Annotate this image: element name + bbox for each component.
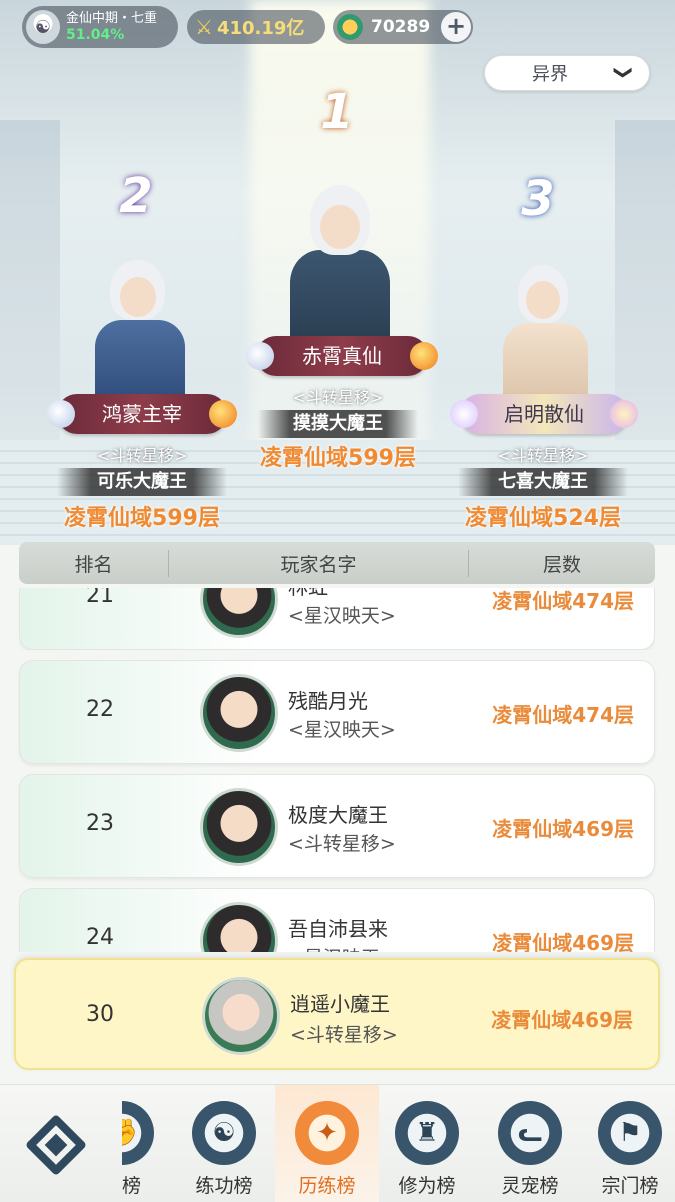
row-player-name: 吾自沛县来 [288,917,388,941]
rank-1-player: 摸摸大魔王 [258,410,418,438]
row-player-name: 极度大魔王 [288,803,388,827]
row-floor: 凌霄仙域474层 [492,703,634,727]
rank-1-character[interactable] [270,160,410,360]
home-menu-button[interactable] [18,1107,94,1183]
rank-3-sect: <斗转星移> [497,446,589,465]
my-rank: 30 [86,1002,114,1027]
tab-cultivation-ranking[interactable]: ♜ 修为榜 [377,1097,477,1197]
header-rank: 排名 [19,549,169,577]
rank-3-title: 启明散仙 [450,394,638,434]
tab-label: 修为榜 [398,1175,456,1197]
tab-label: 力榜 [122,1175,141,1197]
row-sect: <星汉映天> [288,719,396,741]
currency-chip: 70289 + [333,10,473,44]
rank-2-title: 鸿蒙主宰 [47,394,237,434]
row-rank: 22 [86,697,114,722]
tab-sect-ranking[interactable]: ⚑ 宗门榜 [580,1097,675,1197]
rank-1-floor: 凌霄仙域599层 [260,446,416,471]
add-currency-button[interactable]: + [441,12,471,42]
rank-2-character[interactable] [80,245,200,410]
player-avatar: ☯ [26,10,60,44]
row-player-name: 残酷月光 [288,689,368,713]
rank-1-badge: 1 [297,72,377,152]
rank-1-sect: <斗转星移> [292,388,384,407]
table-row[interactable]: 23 极度大魔王 <斗转星移> 凌霄仙域469层 [19,774,655,878]
row-rank: 23 [86,811,114,836]
tab-label: 灵宠榜 [501,1175,559,1197]
tab-experience-ranking[interactable]: ✦ 历练榜 [275,1085,379,1202]
rank-2-sect: <斗转星移> [96,446,188,465]
rank-3-character[interactable] [485,255,605,413]
realm-label: 金仙中期・七重 [66,11,158,26]
tab-label: 历练榜 [298,1175,356,1197]
tab-training-ranking[interactable]: ☯ 练功榜 [174,1097,274,1197]
rank-3-floor: 凌霄仙域524层 [465,506,621,531]
row-rank: 24 [86,925,114,950]
chevron-down-icon: ❯ [612,64,634,81]
tab-power-ranking[interactable]: ✊ 力榜 [122,1097,172,1197]
yin-yang-icon: ☯ [192,1101,256,1165]
hat-icon: ♜ [395,1101,459,1165]
power-value: 410.19亿 [216,18,305,39]
power-chip: ⚔ 410.19亿 [187,10,325,44]
currency-value: 70289 [371,17,431,37]
my-player-name: 逍遥小魔王 [290,992,390,1016]
rank-2-player: 可乐大魔王 [57,468,227,496]
my-floor: 凌霄仙域469层 [491,1008,633,1032]
my-rank-row[interactable]: 30 逍遥小魔王 <斗转星移> 凌霄仙域469层 [14,958,660,1070]
my-sect: <斗转星移> [290,1024,398,1046]
coin-icon [337,14,363,40]
row-floor: 凌霄仙域469层 [492,817,634,841]
row-floor: 凌霄仙域474层 [492,589,634,613]
rank-2-floor: 凌霄仙域599层 [64,506,220,531]
rank-2-badge: 2 [96,156,176,236]
row-sect: <星汉映天> [288,605,396,627]
realm-progress: 51.04% [66,27,125,43]
ranking-tabs[interactable]: ✊ 力榜 ☯ 练功榜 ✦ 历练榜 ♜ 修为榜 ᓚ 灵宠榜 ⚑ 宗门榜 [122,1085,675,1202]
player-realm-chip[interactable]: ☯ 金仙中期・七重 51.04% [22,6,178,48]
avatar[interactable] [202,977,280,1055]
rank-3-player: 七喜大魔王 [458,468,628,496]
row-floor: 凌霄仙域469层 [492,931,634,955]
tab-pet-ranking[interactable]: ᓚ 灵宠榜 [480,1097,580,1197]
table-row[interactable]: 22 残酷月光 <星汉映天> 凌霄仙域474层 [19,660,655,764]
pet-icon: ᓚ [498,1101,562,1165]
flag-icon: ⚑ [598,1101,662,1165]
fist-icon: ✊ [122,1101,154,1165]
avatar[interactable] [200,674,278,752]
tab-label: 练功榜 [195,1175,253,1197]
sword-icon: ⚔ [195,15,213,39]
row-sect: <斗转星移> [288,833,396,855]
bottom-nav: ✊ 力榜 ☯ 练功榜 ✦ 历练榜 ♜ 修为榜 ᓚ 灵宠榜 ⚑ 宗门榜 [0,1084,675,1202]
realm-dropdown[interactable]: 异界 ❯ [484,55,650,91]
rank-1-title: 赤霄真仙 [246,336,438,376]
realm-dropdown-value: 异界 [532,64,568,85]
header-floor: 层数 [542,553,581,576]
rank-3-badge: 3 [498,159,578,239]
avatar[interactable] [200,788,278,866]
header-player: 玩家名字 [169,549,469,577]
table-header: 排名 玩家名字 层数 [19,542,655,584]
sparkle-icon: ✦ [295,1101,359,1165]
tab-label: 宗门榜 [601,1175,659,1197]
